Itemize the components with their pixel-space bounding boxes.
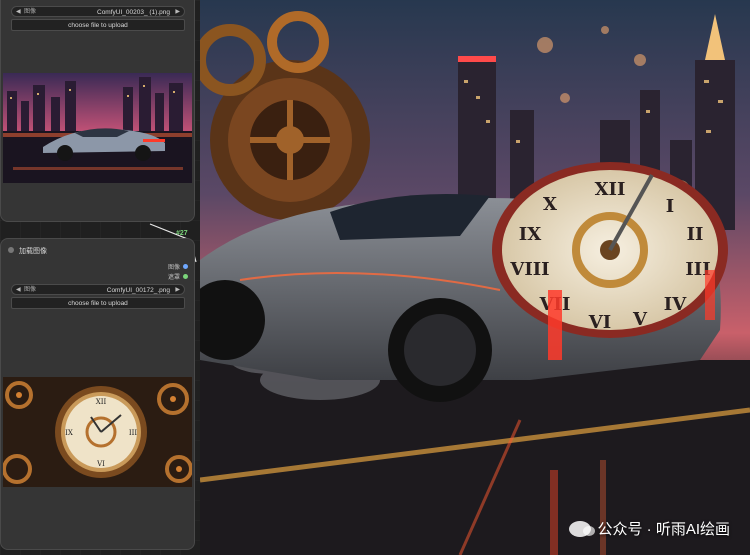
svg-text:VI: VI bbox=[96, 460, 105, 468]
svg-text:II: II bbox=[687, 224, 704, 245]
output-label-mask: 遮罩 bbox=[167, 275, 180, 281]
svg-text:VI: VI bbox=[588, 312, 611, 333]
output-preview-image: XII I II III IV V VI VII VIII IX X 公众号 ·… bbox=[200, 0, 750, 555]
node-link bbox=[149, 223, 197, 263]
graph-canvas[interactable]: ◀ 图像 ComfyUI_00203_ (1).png ▶ choose fil… bbox=[0, 0, 750, 555]
watermark-text: 公众号 · 听雨AI绘画 bbox=[597, 521, 730, 538]
svg-text:IV: IV bbox=[664, 294, 687, 315]
svg-text:IX: IX bbox=[65, 429, 73, 437]
prev-arrow-icon[interactable]: ◀ bbox=[16, 285, 21, 296]
svg-text:IX: IX bbox=[519, 224, 541, 245]
svg-text:XII: XII bbox=[595, 179, 626, 200]
svg-text:V: V bbox=[632, 309, 648, 330]
collapse-dot-icon[interactable] bbox=[8, 247, 14, 253]
image-selector-label: 图像 bbox=[24, 287, 37, 293]
svg-text:III: III bbox=[129, 429, 138, 437]
output-image-socket[interactable] bbox=[183, 264, 188, 269]
svg-text:X: X bbox=[543, 194, 557, 215]
wechat-icon bbox=[569, 520, 596, 537]
output-label-image: 图像 bbox=[167, 265, 180, 271]
node-title: 加载图像 bbox=[19, 248, 47, 255]
next-arrow-icon[interactable]: ▶ bbox=[175, 285, 180, 296]
choose-file-button[interactable]: choose file to upload bbox=[11, 297, 185, 309]
svg-text:XII: XII bbox=[96, 398, 107, 406]
watermark: 公众号 · 听雨AI绘画 bbox=[569, 518, 730, 539]
load-image-node-bottom[interactable]: 加载图像 图像 遮罩 ◀ 图像 ComfyUI_00172_.png ▶ cho… bbox=[0, 238, 195, 550]
image-selector[interactable]: ◀ 图像 ComfyUI_00172_.png ▶ bbox=[11, 284, 185, 295]
svg-text:I: I bbox=[666, 196, 674, 217]
output-mask-socket[interactable] bbox=[183, 274, 188, 279]
svg-text:VIII: VIII bbox=[509, 259, 549, 280]
image-selector-value: ComfyUI_00172_.png bbox=[106, 287, 170, 294]
clock-thumbnail: XII VI III IX bbox=[3, 377, 192, 487]
